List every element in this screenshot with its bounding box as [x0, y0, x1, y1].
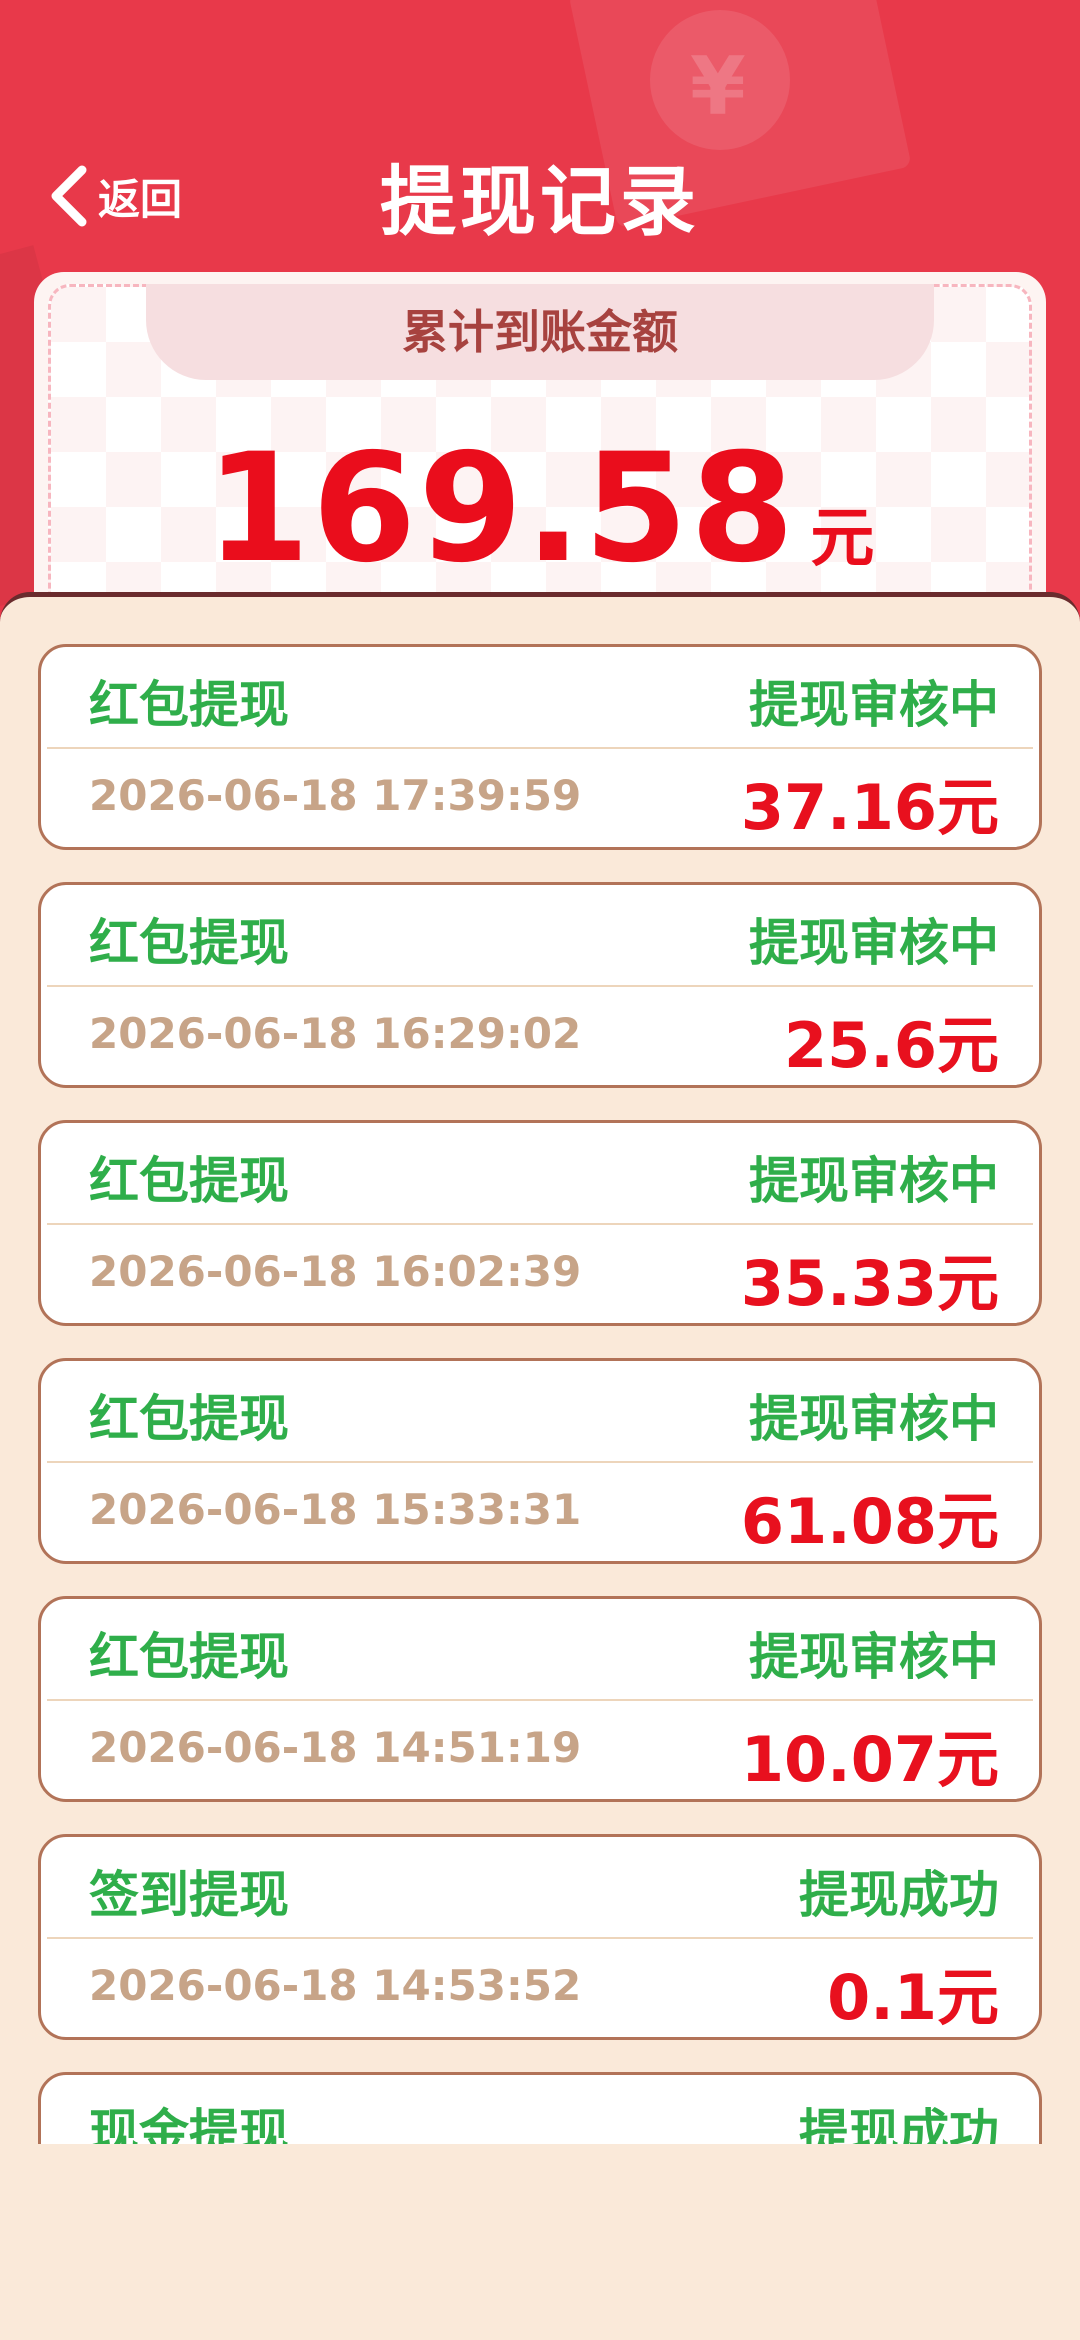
record-status: 提现审核中 — [749, 914, 999, 972]
record-time: 2026-06-18 14:51:19 — [89, 1723, 582, 1772]
record-time: 2026-06-18 16:29:02 — [89, 1009, 582, 1058]
record-status: 提现成功 — [799, 2104, 999, 2144]
record-divider — [47, 985, 1033, 987]
record-divider — [47, 747, 1033, 749]
records-list[interactable]: 红包提现 提现审核中 2026-06-18 17:39:59 37.16元 红包… — [0, 644, 1080, 2144]
record-item[interactable]: 红包提现 提现审核中 2026-06-18 16:29:02 25.6元 — [38, 882, 1042, 1088]
record-amount: 35.33元 — [740, 1247, 999, 1320]
record-type: 现金提现 — [89, 2104, 289, 2144]
record-time: 2026-06-18 15:33:31 — [89, 1485, 582, 1534]
yuan-glyph-icon: ¥ — [690, 40, 746, 133]
total-amount: 169.58 — [205, 422, 797, 596]
total-amount-row: 169.58 元 — [34, 422, 1046, 596]
record-status: 提现审核中 — [749, 676, 999, 734]
record-item[interactable]: 签到提现 提现成功 2026-06-18 14:53:52 0.1元 — [38, 1834, 1042, 2040]
record-time: 2026-06-18 16:02:39 — [89, 1247, 582, 1296]
record-amount: 10.07元 — [740, 1723, 999, 1796]
record-item[interactable]: 红包提现 提现审核中 2026-06-18 14:51:19 10.07元 — [38, 1596, 1042, 1802]
record-type: 红包提现 — [89, 676, 289, 734]
page-title: 提现记录 — [380, 157, 700, 246]
record-divider — [47, 1223, 1033, 1225]
total-unit: 元 — [810, 502, 875, 576]
record-amount: 25.6元 — [784, 1009, 999, 1082]
record-status: 提现审核中 — [749, 1152, 999, 1210]
total-label: 累计到账金额 — [146, 284, 934, 380]
record-amount: 61.08元 — [740, 1485, 999, 1558]
record-type: 签到提现 — [89, 1866, 289, 1924]
record-divider — [47, 1699, 1033, 1701]
record-item[interactable]: 现金提现 提现成功 — [38, 2072, 1042, 2144]
record-status: 提现成功 — [799, 1866, 999, 1924]
record-amount: 0.1元 — [827, 1961, 999, 2034]
record-time: 2026-06-18 14:53:52 — [89, 1961, 582, 2010]
record-item[interactable]: 红包提现 提现审核中 2026-06-18 15:33:31 61.08元 — [38, 1358, 1042, 1564]
record-amount: 37.16元 — [740, 771, 999, 844]
record-divider — [47, 1461, 1033, 1463]
record-time: 2026-06-18 17:39:59 — [89, 771, 582, 820]
record-type: 红包提现 — [89, 1152, 289, 1210]
record-type: 红包提现 — [89, 1628, 289, 1686]
record-item[interactable]: 红包提现 提现审核中 2026-06-18 17:39:59 37.16元 — [38, 644, 1042, 850]
record-item[interactable]: 红包提现 提现审核中 2026-06-18 16:02:39 35.33元 — [38, 1120, 1042, 1326]
record-status: 提现审核中 — [749, 1390, 999, 1448]
record-status: 提现审核中 — [749, 1628, 999, 1686]
record-type: 红包提现 — [89, 1390, 289, 1448]
record-divider — [47, 1937, 1033, 1939]
record-type: 红包提现 — [89, 914, 289, 972]
